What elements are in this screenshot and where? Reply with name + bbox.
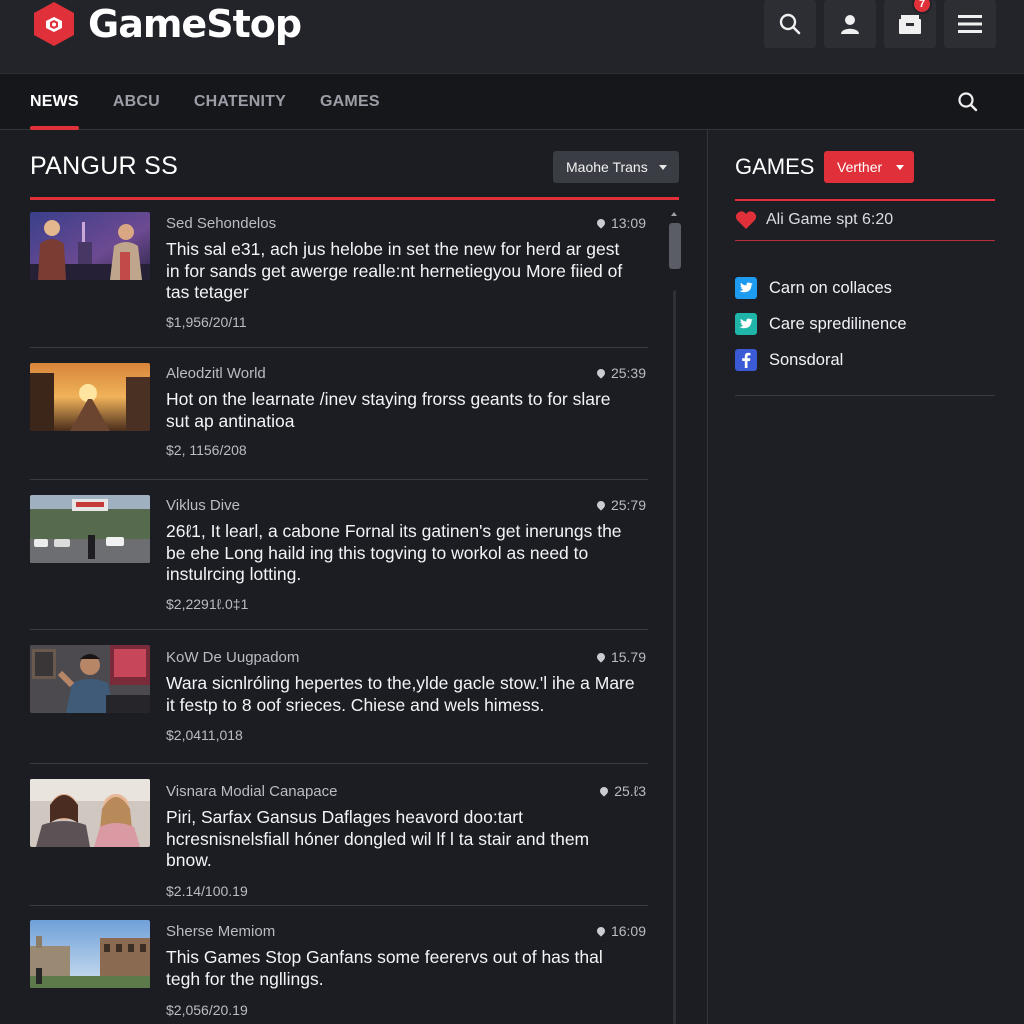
search-icon [779,13,801,35]
heart-icon [735,211,757,229]
article-time: 25:79 [595,497,646,513]
twitter-icon [735,277,757,299]
location-pin-icon [595,217,607,229]
tab-abcu[interactable]: ABCU [113,74,160,130]
menu-button[interactable] [944,0,996,48]
article-source: Visnara Modial Canapace [166,783,338,800]
social-links: Carn on collaces Care spredilinence Sons… [735,270,907,378]
article-thumbnail[interactable] [30,920,150,988]
sidebar-filter-label: Verther [837,159,883,175]
article-source: Aleodzitl World [166,365,266,382]
article-item[interactable]: Sherse Memiom 16:09 This Games Stop Ganf… [30,906,648,1024]
article-meta: $2.14/100.19 [166,883,248,899]
tab-games[interactable]: GAMES [320,74,380,130]
search-button[interactable] [764,0,816,48]
article-thumbnail[interactable] [30,212,150,280]
sidebar-divider [735,199,995,201]
article-meta: $2,2291ℓ.0‡1 [166,596,249,612]
sidebar-filter-button[interactable]: Verther [824,151,914,183]
article-thumbnail[interactable] [30,645,150,713]
location-pin-icon [595,925,607,937]
social-link-label: Carn on collaces [769,278,892,297]
article-thumbnail[interactable] [30,779,150,847]
games-sidebar: GAMES Verther Ali Game spt 6:20 Carn on … [709,130,1024,1024]
article-headline[interactable]: Wara sicnlróling hepertes to the,ylde ga… [166,673,636,716]
tab-chatenity[interactable]: CHATENITY [194,74,286,130]
chevron-down-icon [659,165,667,170]
social-link-facebook[interactable]: Sonsdoral [735,342,907,378]
scrollbar-track[interactable] [673,290,676,1024]
location-pin-icon [595,651,607,663]
article-thumbnail[interactable] [30,363,150,431]
location-pin-icon [595,499,607,511]
brand-name: GameStop [88,2,302,46]
article-source: Sherse Memiom [166,923,276,940]
twitter-icon [735,313,757,335]
location-pin-icon [595,367,607,379]
nav-search-button[interactable] [956,90,980,114]
article-headline[interactable]: Piri, Sarfax Gansus Daflages heavord doo… [166,807,636,872]
article-time: 13:09 [595,215,646,231]
article-source: Sed Sehondelos [166,215,277,232]
sort-dropdown-label: Maohe Trans [566,159,648,175]
main-nav: NEWS ABCU CHATENITY GAMES [0,74,1024,130]
article-meta: $2,0411,018 [166,727,243,743]
chevron-down-icon [896,165,904,170]
social-link-twitter[interactable]: Care spredilinence [735,306,907,342]
social-link-label: Sonsdoral [769,350,844,369]
sidebar-divider [735,395,995,396]
logo[interactable]: GameStop [30,0,302,48]
scrollbar-thumb[interactable] [669,223,681,269]
article-headline[interactable]: 26ℓ1, It learl, a cabone Fornal its gati… [166,521,636,586]
gamestop-logo-icon [30,0,78,48]
featured-game-label: Ali Game spt 6:20 [766,211,894,228]
sidebar-title: GAMES [735,154,815,179]
location-pin-icon [598,785,610,797]
user-icon [841,15,859,34]
social-link-label: Care spredilinence [769,314,907,333]
article-source: KoW De Uugpadom [166,649,300,666]
article-time: 25:39 [595,365,646,381]
article-thumbnail[interactable] [30,495,150,563]
social-link-twitter[interactable]: Carn on collaces [735,270,907,306]
article-meta: $2, 1156/208 [166,442,247,458]
article-item[interactable]: Visnara Modial Canapace 25.ℓ3 Piri, Sarf… [30,764,648,906]
article-meta: $2,056/20.19 [166,1002,248,1018]
tab-news[interactable]: NEWS [30,74,79,130]
article-headline[interactable]: This sal e31, ach jus helobe in set the … [166,239,636,304]
hamburger-menu-icon [958,15,982,33]
article-item[interactable]: Sed Sehondelos 13:09 This sal e31, ach j… [30,210,648,348]
section-title: PANGUR SS [30,152,179,180]
article-time: 25.ℓ3 [598,783,646,799]
scroll-up-arrow[interactable] [671,212,677,216]
facebook-icon [735,349,757,371]
account-button[interactable] [824,0,876,48]
article-meta: $1,956/20/11 [166,314,247,330]
top-header: GameStop 7 [0,0,1024,74]
news-column: PANGUR SS Maohe Trans Sed Sehondelos 13:… [0,130,708,1024]
article-headline[interactable]: This Games Stop Ganfans some feerervs ou… [166,947,636,990]
sort-dropdown[interactable]: Maohe Trans [553,151,679,183]
cart-badge: 7 [912,0,932,14]
section-divider [30,197,679,200]
article-item[interactable]: Aleodzitl World 25:39 Hot on the learnat… [30,348,648,480]
sidebar-divider [735,240,995,241]
article-item[interactable]: KoW De Uugpadom 15.79 Wara sicnlróling h… [30,630,648,764]
article-source: Viklus Dive [166,497,240,514]
cart-icon [899,15,921,34]
article-item[interactable]: Viklus Dive 25:79 26ℓ1, It learl, a cabo… [30,480,648,630]
search-icon [958,92,978,112]
article-headline[interactable]: Hot on the learnate /inev staying frorss… [166,389,636,432]
cart-button[interactable]: 7 [884,0,936,48]
featured-game-item[interactable]: Ali Game spt 6:20 [735,210,893,230]
article-time: 16:09 [595,923,646,939]
article-time: 15.79 [595,649,646,665]
